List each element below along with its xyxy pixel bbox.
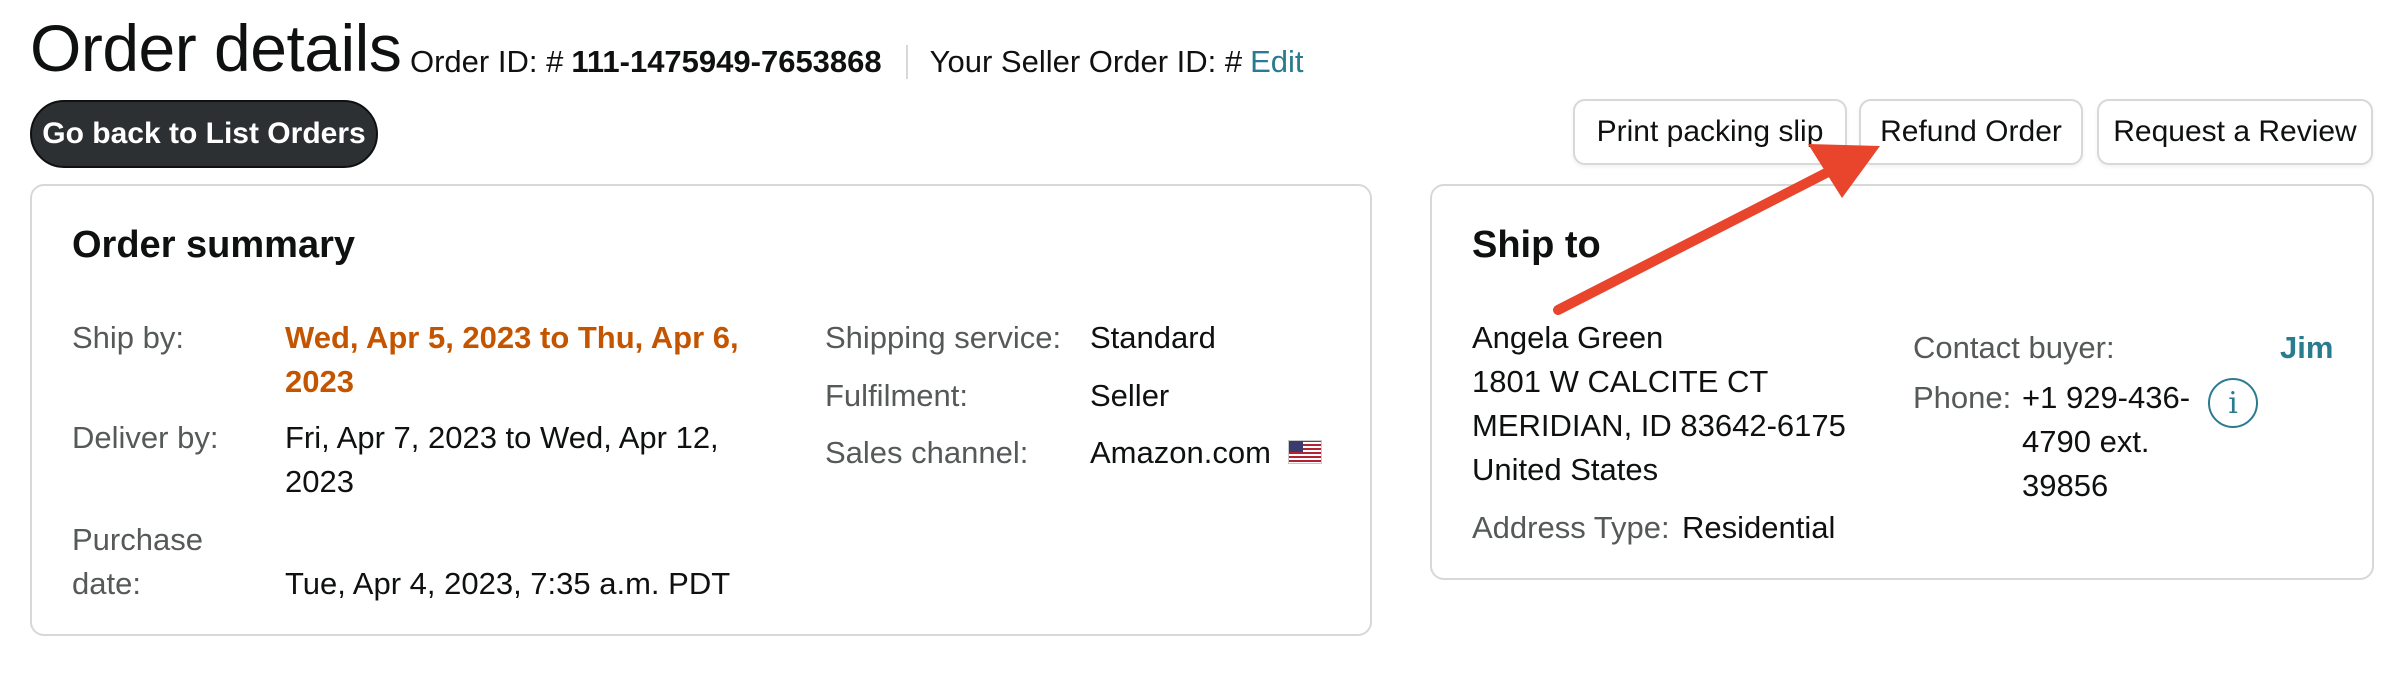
sales-channel-text: Amazon.com (1090, 435, 1271, 470)
fulfilment-label: Fulfilment: (825, 378, 968, 413)
contact-buyer-link[interactable]: Jim (2280, 326, 2333, 370)
refund-order-button[interactable]: Refund Order (1859, 99, 2083, 165)
ship-by-label: Ship by: (72, 320, 185, 355)
meta-divider (905, 45, 908, 79)
purchase-date-value: Tue, Apr 4, 2023, 7:35 a.m. PDT (285, 566, 731, 601)
seller-order-id-edit-link[interactable]: Edit (1250, 44, 1303, 80)
recipient-name: Angela Green (1472, 320, 1664, 355)
address-type-label: Address Type: (1472, 510, 1670, 545)
ship-by-value-line2: 2023 (285, 364, 354, 399)
deliver-by-value-line2: 2023 (285, 464, 354, 499)
address-line2: MERIDIAN, ID 83642-6175 (1472, 408, 1846, 443)
address-type-value: Residential (1682, 510, 1836, 545)
fulfilment-value: Seller (1090, 378, 1170, 413)
contact-buyer-label: Contact buyer: (1913, 330, 2115, 365)
purchase-date-label-line2: date: (72, 566, 141, 601)
us-flag-icon (1287, 439, 1322, 464)
sales-channel-label: Sales channel: (825, 435, 1029, 470)
order-id-label: Order ID: # (410, 44, 564, 79)
phone-info-icon[interactable]: i (2208, 378, 2258, 428)
phone-label: Phone: (1913, 380, 2012, 415)
seller-order-id-label: Your Seller Order ID: # (929, 44, 1243, 79)
order-meta: Order ID: # 111-1475949-7653868 Your Sel… (410, 44, 1304, 80)
address-line1: 1801 W CALCITE CT (1472, 364, 1769, 399)
phone-line2: 4790 ext. (2022, 424, 2150, 459)
deliver-by-value-line1: Fri, Apr 7, 2023 to Wed, Apr 12, (285, 420, 719, 455)
page-title: Order details (30, 11, 402, 85)
shipping-service-label: Shipping service: (825, 320, 1062, 355)
phone-line3: 39856 (2022, 468, 2109, 503)
request-review-button[interactable]: Request a Review (2097, 99, 2373, 165)
print-packing-slip-button[interactable]: Print packing slip (1573, 99, 1847, 165)
order-details-page: Order details Order ID: # 111-1475949-76… (0, 0, 2398, 676)
order-summary-card: Order summary Ship by: Wed, Apr 5, 2023 … (30, 184, 1372, 636)
ship-to-title: Ship to (1472, 224, 1601, 266)
sales-channel-value: Amazon.com (1090, 431, 1322, 475)
ship-to-card: Ship to Angela Green 1801 W CALCITE CT M… (1430, 184, 2374, 580)
address-country: United States (1472, 452, 1659, 487)
back-to-list-orders-button[interactable]: Go back to List Orders (30, 100, 378, 168)
shipping-service-value: Standard (1090, 320, 1216, 355)
purchase-date-label-line1: Purchase (72, 522, 203, 557)
deliver-by-label: Deliver by: (72, 420, 219, 455)
order-id-value: 111-1475949-7653868 (571, 44, 882, 79)
order-summary-title: Order summary (72, 224, 356, 266)
phone-line1: +1 929-436- (2022, 380, 2191, 415)
ship-by-value-line1: Wed, Apr 5, 2023 to Thu, Apr 6, (285, 320, 739, 355)
